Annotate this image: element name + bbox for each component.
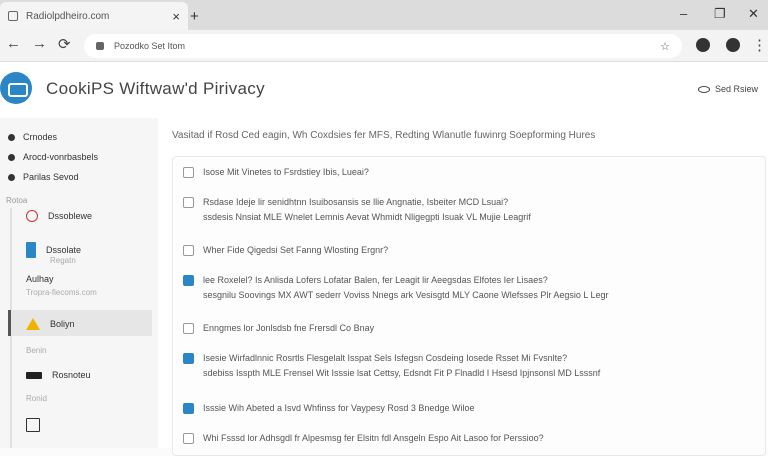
option-text: Wher Fide Qigedsi Set Fanng Wlosting Erg… xyxy=(203,245,389,255)
profile-icon[interactable] xyxy=(726,38,740,52)
sidebar-item-1[interactable]: Arocd-vonrbasbels xyxy=(8,152,98,162)
option-row-2[interactable]: Wher Fide Qigedsi Set Fanng Wlosting Erg… xyxy=(183,243,388,258)
option-text: Isssie Wih Abeted a Isvd Whfinss for Vay… xyxy=(203,403,475,413)
browser-tab[interactable]: Radiolpdheiro.com × xyxy=(0,2,188,30)
sidebar-sub-item-0[interactable]: Dssoblewe xyxy=(26,210,92,222)
browser-toolbar: ← → ⟳ Pozodko Set Itom ☆ ⋮ xyxy=(0,30,768,62)
sidebar-sub-label: Aulhay xyxy=(26,274,54,284)
option-text: sesgnilu Soovings MX AWT sederr Voviss N… xyxy=(203,290,609,300)
main-content: Vasitad if Rosd Ced eagin, Wh Coxdsies f… xyxy=(158,118,768,456)
sidebar-sub-caption: Benin xyxy=(26,346,47,355)
page-title: CookiPS Wiftwaw'd Pirivacy xyxy=(46,79,265,98)
sidebar-sub-item-3[interactable]: Boliyn xyxy=(26,318,75,330)
option-row-6[interactable]: Isssie Wih Abeted a Isvd Whfinss for Vay… xyxy=(183,401,474,416)
calendar-icon xyxy=(26,418,40,432)
sidebar-item-label: Arocd-vonrbasbels xyxy=(23,152,99,162)
options-list: Isose Mit Vinetes to Fsrdstiey Ibis, Lue… xyxy=(172,156,766,456)
sidebar: Crnodes Arocd-vonrbasbels Parilas Sevod … xyxy=(0,118,158,448)
sidebar-item-label: Parilas Sevod xyxy=(23,172,79,182)
sidebar-sub-caption: Ronid xyxy=(26,394,47,403)
sidebar-item-2[interactable]: Parilas Sevod xyxy=(8,172,79,182)
maximize-button[interactable]: ❐ xyxy=(714,6,726,22)
browser-titlebar: Radiolpdheiro.com × + – ❐ ✕ xyxy=(0,0,768,30)
warning-icon xyxy=(26,318,40,330)
eye-icon xyxy=(697,85,710,93)
option-checkbox[interactable] xyxy=(183,197,194,208)
review-link[interactable]: Sed Rsiew xyxy=(697,84,758,94)
bookmark-icon xyxy=(26,242,36,258)
sidebar-sub-item-7[interactable] xyxy=(26,418,50,432)
minimize-button[interactable]: – xyxy=(680,6,687,21)
menu-icon[interactable]: ⋮ xyxy=(752,36,767,54)
option-checkbox[interactable] xyxy=(183,433,194,444)
app-logo xyxy=(0,72,32,104)
sidebar-sub-caption: Tropra-fiecoms.com xyxy=(26,288,97,297)
bullet-icon xyxy=(8,173,15,181)
option-text: Enngmes lor Jonlsdsb fne Frersdl Co Bnay xyxy=(203,323,375,333)
option-checkbox-checked[interactable] xyxy=(183,275,194,286)
option-row-5[interactable]: Isesie Wirfadlnnic Rosrtls Flesgelalt Is… xyxy=(183,351,600,381)
address-bar[interactable]: Pozodko Set Itom ☆ xyxy=(84,34,682,58)
tab-favicon-icon xyxy=(8,11,18,21)
option-checkbox-checked[interactable] xyxy=(183,353,194,364)
extension-icon[interactable] xyxy=(696,38,710,52)
option-text: Isose Mit Vinetes to Fsrdstiey Ibis, Lue… xyxy=(203,167,369,177)
option-text: lee Roxelel? Is Anlisda Lofers Lofatar B… xyxy=(203,275,548,285)
sidebar-sub-item-5[interactable]: Rosnoteu xyxy=(26,370,91,380)
sidebar-item-label: Crnodes xyxy=(23,132,58,142)
option-text: Whi Fsssd lor Adhsgdl fr Alpesmsg fer El… xyxy=(203,433,544,443)
sidebar-sub-label: Boliyn xyxy=(50,319,75,329)
option-row-7[interactable]: Whi Fsssd lor Adhsgdl fr Alpesmsg fer El… xyxy=(183,431,544,446)
option-checkbox[interactable] xyxy=(183,323,194,334)
review-link-label: Sed Rsiew xyxy=(714,84,758,94)
sidebar-item-0[interactable]: Crnodes xyxy=(8,132,57,142)
option-checkbox-checked[interactable] xyxy=(183,403,194,414)
forward-button[interactable]: → xyxy=(32,35,47,52)
lock-icon xyxy=(96,42,104,50)
close-window-button[interactable]: ✕ xyxy=(748,6,759,22)
sidebar-sub-label: Rosnoteu xyxy=(52,370,91,380)
sidebar-sub-label: Dssolate xyxy=(46,245,82,255)
bullet-icon xyxy=(8,133,15,141)
option-checkbox[interactable] xyxy=(183,245,194,256)
reload-button[interactable]: ⟳ xyxy=(58,35,71,53)
keyboard-icon xyxy=(26,371,42,379)
new-tab-button[interactable]: + xyxy=(190,8,199,25)
tab-title: Radiolpdheiro.com xyxy=(26,10,110,22)
clock-icon xyxy=(26,210,38,222)
option-text: Rsdase Ideje lir senidhtnn Isuibosansis … xyxy=(203,197,509,207)
sidebar-sub-item-2[interactable]: Aulhay xyxy=(26,274,54,284)
option-row-4[interactable]: Enngmes lor Jonlsdsb fne Frersdl Co Bnay xyxy=(183,321,374,336)
page-header: CookiPS Wiftwaw'd Pirivacy Sed Rsiew xyxy=(0,62,768,118)
option-row-0[interactable]: Isose Mit Vinetes to Fsrdstiey Ibis, Lue… xyxy=(183,165,369,180)
intro-text: Vasitad if Rosd Ced eagin, Wh Coxdsies f… xyxy=(172,130,596,141)
option-row-3[interactable]: lee Roxelel? Is Anlisda Lofers Lofatar B… xyxy=(183,273,609,303)
option-text: Isesie Wirfadlnnic Rosrtls Flesgelalt Is… xyxy=(203,353,568,363)
option-text: ssdesis Nnsiat MLE Wnelet Lemnis Aevat W… xyxy=(203,212,531,222)
address-url: Pozodko Set Itom xyxy=(114,41,186,51)
sidebar-section-label: Rotoa xyxy=(6,196,28,205)
option-checkbox[interactable] xyxy=(183,167,194,178)
bookmark-star-icon[interactable]: ☆ xyxy=(660,40,670,53)
back-button[interactable]: ← xyxy=(6,35,21,52)
sidebar-sub-caption: Regatn xyxy=(50,256,76,265)
sidebar-sub-label: Dssoblewe xyxy=(48,211,93,221)
tab-close-button[interactable]: × xyxy=(172,9,180,24)
bullet-icon xyxy=(8,153,15,161)
option-text: sdebiss Isspth MLE Frensel Wit Isssie ls… xyxy=(203,368,601,378)
option-row-1[interactable]: Rsdase Ideje lir senidhtnn Isuibosansis … xyxy=(183,195,531,225)
